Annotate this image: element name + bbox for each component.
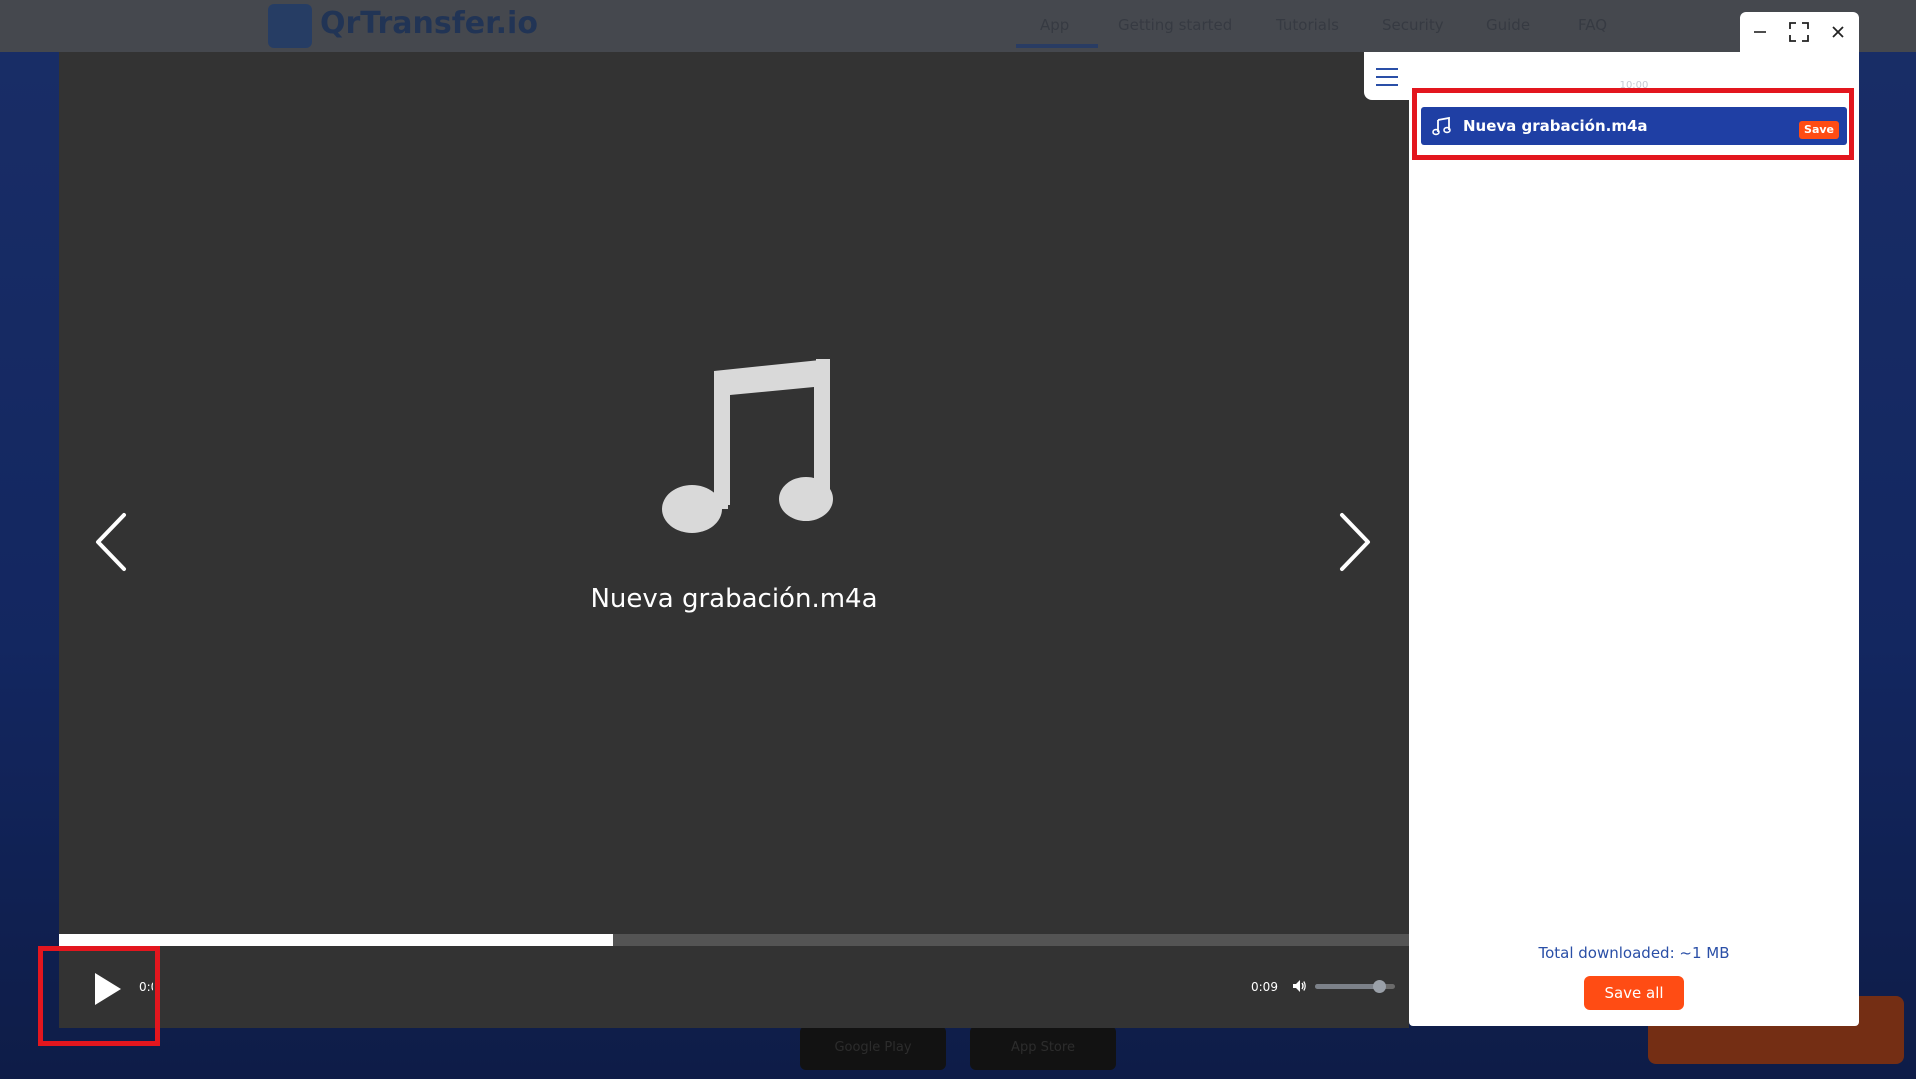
total-downloaded-text: Total downloaded: ~1 MB xyxy=(1538,944,1730,962)
close-icon[interactable] xyxy=(1826,20,1850,44)
music-note-icon xyxy=(662,359,833,533)
highlight-file-item xyxy=(1412,88,1854,160)
window-controls xyxy=(1740,12,1859,54)
fullscreen-icon[interactable] xyxy=(1787,20,1811,44)
volume-slider-thumb[interactable] xyxy=(1373,980,1386,993)
playback-progress-bar[interactable] xyxy=(59,934,1409,946)
viewer-file-name: Nueva grabación.m4a xyxy=(590,584,878,614)
save-all-button[interactable]: Save all xyxy=(1584,976,1684,1010)
total-time: 0:09 xyxy=(1251,980,1278,994)
volume-slider[interactable] xyxy=(1315,980,1395,993)
minimize-icon[interactable] xyxy=(1748,20,1772,44)
playback-progress-fill xyxy=(59,934,613,946)
volume-icon[interactable] xyxy=(1291,978,1307,994)
volume-slider-fill xyxy=(1315,984,1379,989)
file-list-panel: 10:00 Nueva grabación.m4a Save Total dow… xyxy=(1409,52,1859,1026)
playback-controls: 0:00 0:09 xyxy=(59,946,1409,1028)
menu-button[interactable] xyxy=(1364,52,1410,100)
media-viewer: Nueva grabación.m4a 0:00 0:09 xyxy=(59,52,1409,1028)
next-arrow-icon[interactable] xyxy=(1330,507,1380,577)
hamburger-menu-icon xyxy=(1376,68,1398,86)
previous-arrow-icon[interactable] xyxy=(86,507,136,577)
highlight-play-button xyxy=(38,946,160,1046)
